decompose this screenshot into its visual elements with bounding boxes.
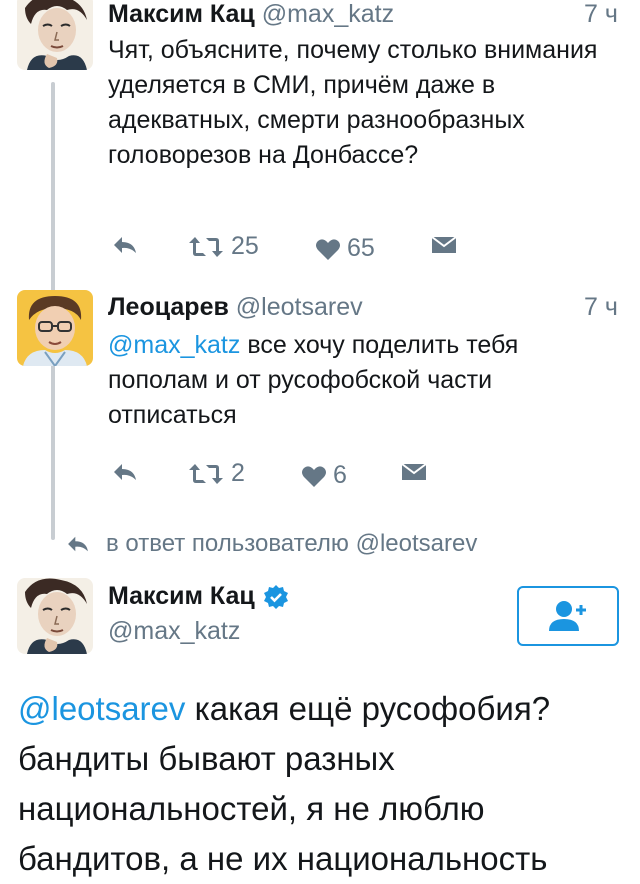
tweet-text: @max_katz все хочу поделить тебя пополам… (108, 328, 598, 433)
like-count: 65 (347, 234, 375, 262)
avatar-portrait-icon (17, 0, 93, 70)
author-handle[interactable]: @max_katz (108, 617, 240, 646)
retweet-count: 25 (231, 232, 259, 260)
retweet-button[interactable]: 25 (188, 232, 259, 261)
author-name: Максим Кац (108, 0, 255, 28)
add-user-icon (549, 601, 586, 631)
tweet-timestamp[interactable]: 7 ч (584, 293, 618, 322)
author-name: Леоцарев (108, 293, 229, 321)
reply-icon (114, 237, 136, 253)
heart-icon (316, 238, 340, 260)
retweet-icon (189, 236, 223, 257)
reply-button[interactable] (112, 235, 138, 255)
like-count: 6 (333, 461, 347, 489)
tweet-text: Чят, объясните, почему столько внимания … (108, 36, 598, 169)
tweet-author-name[interactable]: Леоцарев @leotsarev (108, 293, 363, 322)
main-tweet-line: бандиты бывают разных (18, 740, 395, 777)
avatar[interactable] (17, 290, 93, 366)
avatar-portrait-icon (17, 578, 93, 654)
envelope-icon (431, 236, 457, 253)
envelope-icon (401, 463, 427, 480)
main-tweet-line: @leotsarev какая ещё русофобия? (18, 684, 638, 734)
retweet-icon (189, 463, 223, 484)
main-author[interactable]: Максим Кац (108, 582, 289, 611)
heart-icon (302, 465, 326, 487)
tweet-timestamp[interactable]: 7 ч (584, 0, 618, 29)
verified-badge-icon (263, 584, 288, 609)
avatar-portrait-icon (17, 290, 93, 366)
direct-message-button[interactable] (431, 236, 457, 254)
main-tweet-line: национальностей, я не люблю (18, 790, 485, 827)
author-handle: @max_katz (261, 0, 395, 28)
author-name: Максим Кац (108, 582, 255, 610)
retweet-count: 2 (231, 459, 245, 487)
mention-link[interactable]: @leotsarev (18, 690, 185, 727)
main-tweet-line: бандитов, а не их национальность (18, 840, 548, 877)
main-tweet-text: @leotsarev какая ещё русофобия? бандиты … (18, 684, 638, 884)
mention-link[interactable]: @max_katz (108, 331, 240, 359)
retweet-button[interactable]: 2 (188, 459, 245, 488)
like-button[interactable]: 65 (315, 234, 375, 263)
direct-message-button[interactable] (401, 463, 427, 481)
reply-icon (68, 536, 88, 552)
author-handle: @leotsarev (235, 293, 363, 321)
reply-icon (114, 464, 136, 480)
reply-context[interactable]: в ответ пользователю @leotsarev (66, 530, 477, 558)
follow-button[interactable] (517, 586, 619, 646)
like-button[interactable]: 6 (301, 461, 347, 490)
avatar[interactable] (17, 578, 93, 654)
main-tweet-line-text: какая ещё русофобия? (194, 690, 551, 727)
reply-context-text: в ответ пользователю @leotsarev (106, 530, 478, 557)
avatar[interactable] (17, 0, 93, 70)
tweet-author-name[interactable]: Максим Кац @max_katz (108, 0, 394, 29)
reply-button[interactable] (112, 462, 138, 482)
